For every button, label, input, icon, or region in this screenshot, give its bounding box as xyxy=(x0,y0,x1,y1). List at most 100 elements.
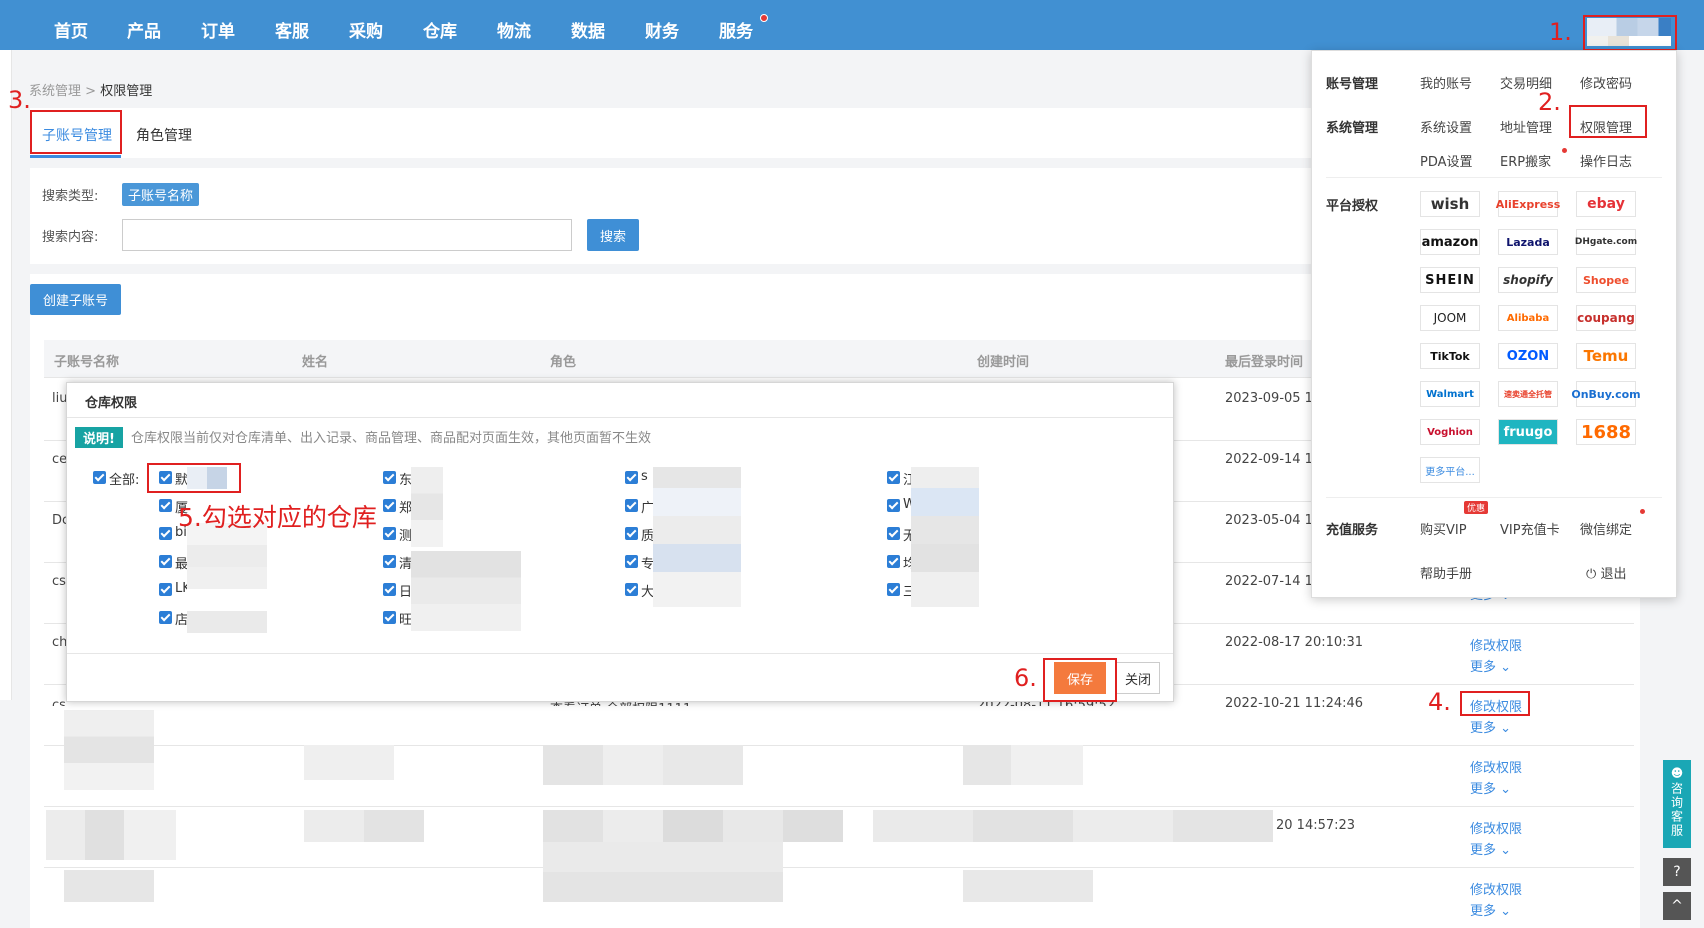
nav-customer-service[interactable]: 客服 xyxy=(275,17,309,42)
nav-products[interactable]: 产品 xyxy=(127,17,161,42)
tab-role[interactable]: 角色管理 xyxy=(136,125,192,145)
nav-data[interactable]: 数据 xyxy=(571,17,605,42)
menu-divider xyxy=(1326,177,1662,178)
nav-logistics[interactable]: 物流 xyxy=(497,17,531,42)
address-management-link[interactable]: 地址管理 xyxy=(1500,117,1552,136)
lazada-logo[interactable]: Lazada xyxy=(1498,229,1558,255)
breadcrumb-parent[interactable]: 系统管理 xyxy=(29,84,81,99)
more-link[interactable]: 更多 ⌄ xyxy=(1470,717,1511,736)
warehouse-checkbox[interactable] xyxy=(625,499,638,512)
shein-logo[interactable]: SHEIN xyxy=(1420,267,1480,293)
warehouse-checkbox[interactable] xyxy=(625,471,638,484)
onbuy-logo[interactable]: OnBuy.com xyxy=(1571,381,1641,407)
aliexpress-choice-logo[interactable]: 速卖通全托管 xyxy=(1498,381,1558,407)
warehouse-checkbox[interactable] xyxy=(383,611,396,624)
fruugo-logo[interactable]: fruugo xyxy=(1498,419,1558,445)
help-button[interactable]: ? xyxy=(1663,858,1691,886)
warehouse-checkbox[interactable] xyxy=(625,583,638,596)
more-platforms-link[interactable]: 更多平台... xyxy=(1420,457,1480,483)
consult-service-button[interactable]: ☻ 咨询客服 xyxy=(1663,760,1691,848)
edit-permission-link[interactable]: 修改权限 xyxy=(1470,879,1522,898)
buy-vip-link[interactable]: 购买VIP xyxy=(1420,519,1467,538)
wish-logo[interactable]: wish xyxy=(1420,191,1480,217)
warehouse-checkbox[interactable] xyxy=(887,583,900,596)
coupang-logo[interactable]: coupang xyxy=(1576,305,1636,331)
aliexpress-logo[interactable]: AliExpress xyxy=(1496,191,1560,217)
ebay-logo[interactable]: ebay xyxy=(1576,191,1636,217)
account-management-head: 账号管理 xyxy=(1326,77,1379,92)
change-password-link[interactable]: 修改密码 xyxy=(1580,73,1632,92)
dhgate-logo[interactable]: DHgate.com xyxy=(1575,229,1637,255)
my-account-link[interactable]: 我的账号 xyxy=(1420,73,1472,92)
select-all-checkbox[interactable] xyxy=(93,471,106,484)
close-button[interactable]: 关闭 xyxy=(1116,662,1160,694)
warehouse-checkbox[interactable] xyxy=(383,527,396,540)
vip-card-link[interactable]: VIP充值卡 xyxy=(1500,519,1560,538)
chevron-down-icon: ⌄ xyxy=(1500,843,1512,858)
blurred-cell xyxy=(543,810,843,842)
alibaba-logo[interactable]: Alibaba xyxy=(1498,305,1558,331)
more-link[interactable]: 更多 ⌄ xyxy=(1470,778,1511,797)
warehouse-permission-modal: 仓库权限 说明! 仓库权限当前仅对仓库清单、出入记录、商品管理、商品配对页面生效… xyxy=(66,382,1174,702)
search-type-tag[interactable]: 子账号名称 xyxy=(122,183,200,206)
nav-purchase[interactable]: 采购 xyxy=(349,17,383,42)
row-divider xyxy=(44,867,1634,868)
tiktok-logo[interactable]: TikTok xyxy=(1420,343,1480,369)
operation-log-link[interactable]: 操作日志 xyxy=(1580,151,1632,170)
amazon-logo[interactable]: amazon xyxy=(1420,229,1480,255)
search-button[interactable]: 搜索 xyxy=(587,219,639,251)
warehouse-checkbox[interactable] xyxy=(625,555,638,568)
warehouse-checkbox[interactable] xyxy=(159,583,172,596)
edit-permission-link[interactable]: 修改权限 xyxy=(1470,818,1522,837)
shopify-logo[interactable]: shopify xyxy=(1498,267,1558,293)
walmart-logo[interactable]: Walmart xyxy=(1420,381,1480,407)
warehouse-checkbox[interactable] xyxy=(159,555,172,568)
temu-logo[interactable]: Temu xyxy=(1576,343,1636,369)
system-settings-link[interactable]: 系统设置 xyxy=(1420,117,1472,136)
back-to-top-button[interactable]: ^ xyxy=(1663,892,1691,920)
warehouse-checkbox[interactable] xyxy=(159,499,172,512)
edit-permission-link[interactable]: 修改权限 xyxy=(1470,757,1522,776)
warehouse-checkbox[interactable] xyxy=(887,471,900,484)
search-input[interactable] xyxy=(122,219,572,251)
wechat-bind-link[interactable]: 微信绑定 xyxy=(1580,519,1632,538)
warehouse-checkbox[interactable] xyxy=(159,527,172,540)
warehouse-checkbox[interactable] xyxy=(887,527,900,540)
warehouse-checkbox[interactable] xyxy=(383,499,396,512)
warehouse-checkbox[interactable] xyxy=(887,499,900,512)
nav-warehouse[interactable]: 仓库 xyxy=(423,17,457,42)
warehouse-checkbox[interactable] xyxy=(887,555,900,568)
nav-service[interactable]: 服务 xyxy=(719,17,753,42)
create-sub-account-button[interactable]: 创建子账号 xyxy=(30,284,121,315)
1688-logo[interactable]: 1688 xyxy=(1576,419,1636,445)
blurred-cell xyxy=(543,842,783,902)
nav-finance[interactable]: 财务 xyxy=(645,17,679,42)
arrow-up-icon: ^ xyxy=(1671,898,1683,914)
more-link[interactable]: 更多 ⌄ xyxy=(1470,900,1511,919)
ozon-logo[interactable]: OZON xyxy=(1498,343,1558,369)
shopee-logo[interactable]: Shopee xyxy=(1576,267,1636,293)
tabs-panel xyxy=(30,108,1320,158)
blurred-name xyxy=(187,523,267,633)
chevron-down-icon: ⌄ xyxy=(1500,721,1512,736)
pda-settings-link[interactable]: PDA设置 xyxy=(1420,151,1473,170)
erp-migration-link[interactable]: ERP搬家 xyxy=(1500,151,1551,170)
nav-orders[interactable]: 订单 xyxy=(201,17,235,42)
logout-link[interactable]: ⏻ 退出 xyxy=(1586,563,1626,582)
warehouse-checkbox[interactable] xyxy=(383,471,396,484)
row-divider xyxy=(44,806,1634,807)
warehouse-checkbox[interactable] xyxy=(625,527,638,540)
edit-permission-link[interactable]: 修改权限 xyxy=(1470,635,1522,654)
warehouse-checkbox[interactable] xyxy=(383,583,396,596)
nav-home[interactable]: 首页 xyxy=(54,17,88,42)
annotation-step4: 4. xyxy=(1428,688,1451,716)
warehouse-checkbox[interactable] xyxy=(383,555,396,568)
voghion-logo[interactable]: Voghion xyxy=(1420,419,1480,445)
breadcrumb: 系统管理 > 权限管理 xyxy=(29,80,152,99)
more-link[interactable]: 更多 ⌄ xyxy=(1470,839,1511,858)
warehouse-checkbox[interactable] xyxy=(159,611,172,624)
more-link[interactable]: 更多 ⌄ xyxy=(1470,656,1511,675)
help-manual-link[interactable]: 帮助手册 xyxy=(1420,563,1472,582)
joom-logo[interactable]: JOOM xyxy=(1420,305,1480,331)
blurred-cell xyxy=(304,810,424,842)
